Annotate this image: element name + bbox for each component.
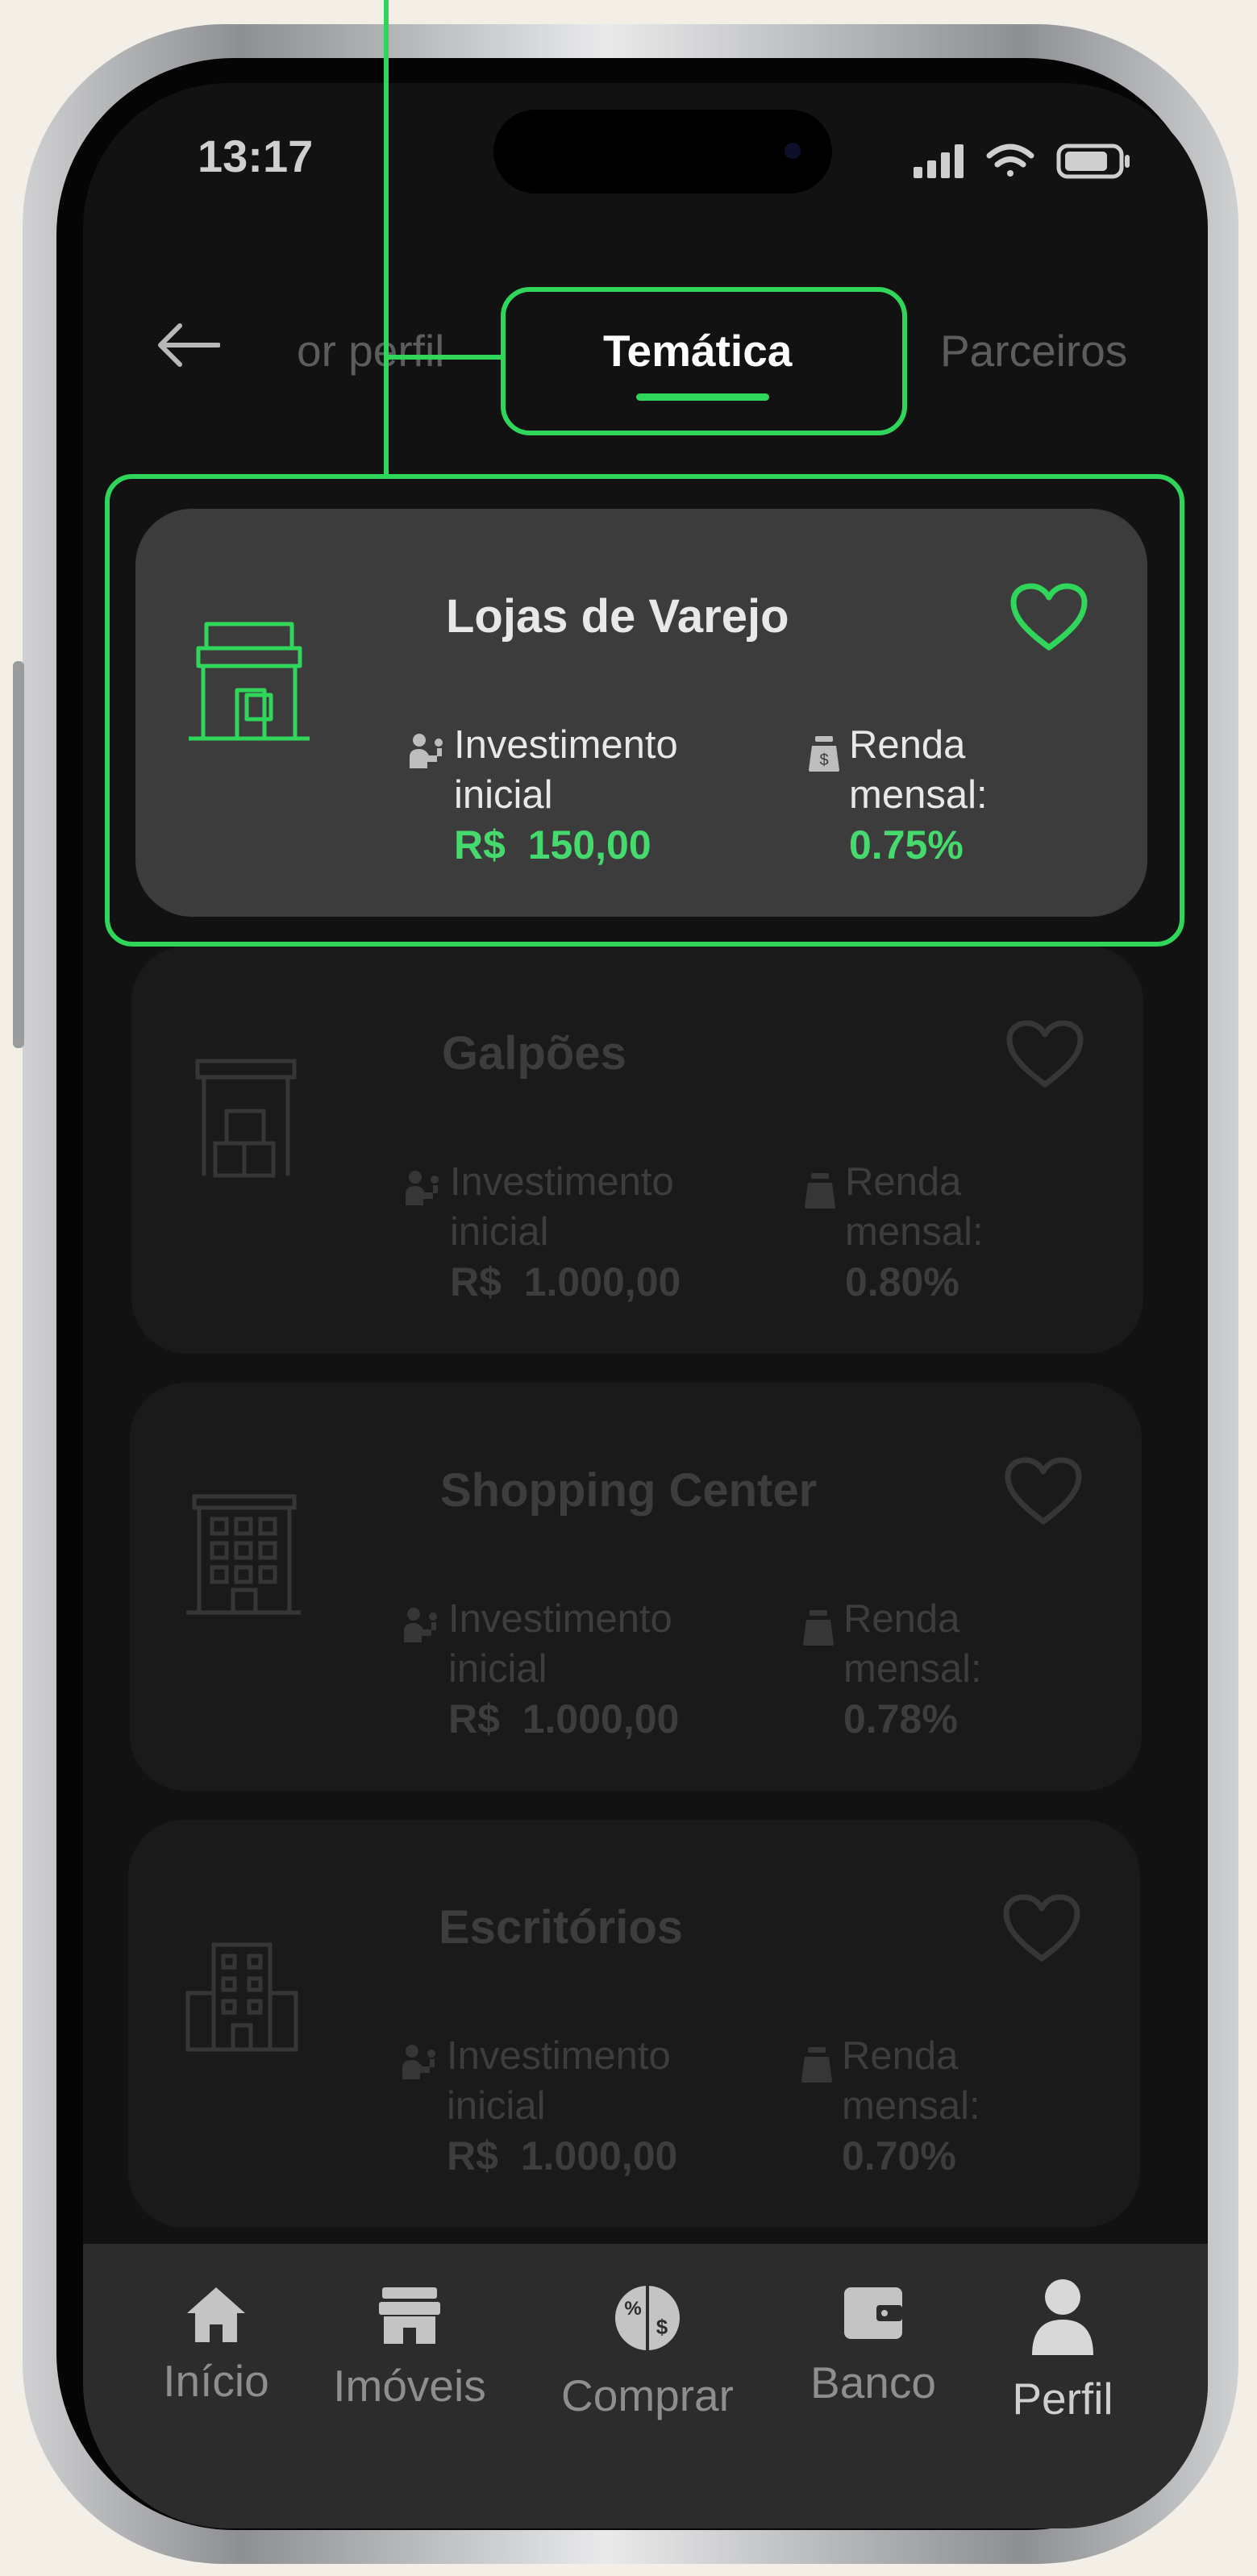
battery-icon	[1056, 144, 1130, 179]
nav-item-comprar[interactable]: % $ Comprar	[551, 2284, 744, 2421]
home-icon	[187, 2287, 245, 2342]
warehouse-icon	[195, 1059, 297, 1178]
money-bag-icon	[805, 1173, 835, 1209]
category-card-shopping-center[interactable]: Shopping Center Investimento inicial R$ …	[130, 1383, 1142, 1791]
camera-dot	[785, 143, 801, 159]
initial-investment-value: R$ 1.000,00	[450, 1259, 681, 1305]
monthly-income-label: Renda mensal:	[842, 2034, 980, 2128]
status-icons	[914, 144, 1130, 179]
initial-investment-label: Investimento inicial	[447, 2034, 671, 2128]
back-arrow-icon[interactable]	[156, 321, 220, 369]
highlight-active-tab	[501, 287, 907, 435]
favorite-heart-icon[interactable]	[1001, 1892, 1082, 1965]
bottom-navigation: Início Imóveis % $ Comprar Banco Perfil	[83, 2244, 1208, 2528]
category-card-galpoes[interactable]: Galpões Investimento inicial R$ 1.000,00…	[131, 946, 1143, 1354]
monthly-income-label: Renda mensal:	[843, 1597, 982, 1691]
category-card-escritorios[interactable]: Escritórios Investimento inicial R$ 1.00…	[128, 1820, 1140, 2228]
status-time: 13:17	[198, 131, 314, 181]
initial-investment-label: Investimento inicial	[450, 1160, 674, 1254]
wifi-icon	[986, 144, 1034, 177]
favorite-heart-icon[interactable]	[1005, 1018, 1085, 1091]
nav-item-banco[interactable]: Banco	[789, 2284, 958, 2408]
app-screen: 13:17 or perfil Temática Parceiros Lojas…	[83, 83, 1208, 2528]
nav-label: Perfil	[1012, 2374, 1113, 2424]
nav-label: Início	[163, 2356, 269, 2406]
favorite-heart-icon[interactable]	[1003, 1455, 1084, 1528]
store-icon	[379, 2287, 440, 2344]
user-icon	[1032, 2279, 1093, 2355]
tab-parceiros[interactable]: Parceiros	[940, 325, 1127, 377]
nav-label: Comprar	[561, 2370, 734, 2420]
buy-currency-icon: % $	[615, 2286, 680, 2350]
investor-icon	[406, 1171, 439, 1205]
phone-side-button	[13, 661, 24, 1048]
nav-item-imoveis[interactable]: Imóveis	[325, 2284, 494, 2412]
card-title: Shopping Center	[440, 1464, 818, 1517]
shopping-center-icon	[186, 1494, 301, 1615]
nav-label: Imóveis	[333, 2361, 486, 2411]
initial-investment-value: R$ 1.000,00	[448, 1696, 680, 1742]
office-building-icon	[185, 1942, 298, 2052]
initial-investment-label: Investimento inicial	[448, 1597, 672, 1691]
card-title: Escritórios	[439, 1901, 683, 1954]
monthly-income-label: Renda mensal:	[845, 1160, 984, 1254]
annotation-line-vertical	[384, 0, 389, 479]
investor-icon	[404, 1608, 437, 1642]
wallet-icon	[844, 2287, 902, 2339]
money-bag-icon	[803, 1610, 834, 1646]
tab-por-perfil[interactable]: or perfil	[297, 325, 444, 377]
dynamic-island	[493, 110, 832, 194]
nav-label: Banco	[810, 2358, 936, 2407]
monthly-income-value: 0.80%	[845, 1259, 959, 1305]
monthly-income-value: 0.70%	[842, 2133, 956, 2179]
signal-icon	[914, 144, 964, 178]
svg-text:$: $	[656, 2315, 668, 2339]
money-bag-icon	[801, 2047, 832, 2083]
nav-item-perfil[interactable]: Perfil	[986, 2276, 1139, 2424]
highlight-selected-card	[105, 474, 1184, 947]
nav-item-inicio[interactable]: Início	[148, 2284, 285, 2407]
svg-text:%: %	[624, 2298, 641, 2320]
annotation-line-horizontal	[384, 355, 505, 360]
initial-investment-value: R$ 1.000,00	[447, 2133, 678, 2179]
investor-icon	[402, 2045, 435, 2079]
card-title: Galpões	[442, 1027, 626, 1080]
monthly-income-value: 0.78%	[843, 1696, 958, 1742]
